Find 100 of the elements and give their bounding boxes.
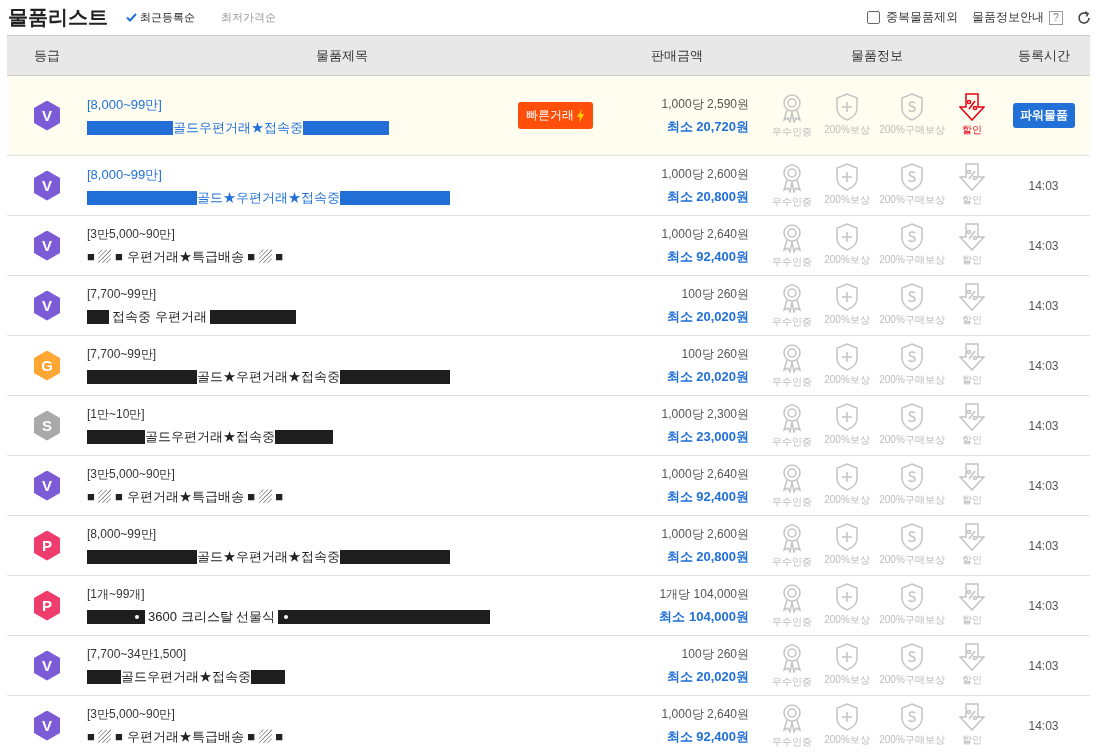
price-range: [7,700~99만] [87, 286, 158, 303]
shield-plus-icon [836, 342, 858, 371]
minimum-price: 최소 20,020원 [666, 307, 749, 326]
listing-title[interactable]: 골드★우편거래★접속중 [197, 548, 340, 566]
listing-row[interactable]: V [8,000~99만] 골드★우편거래★접속중 1,000당 2,600원 최소 20,800원 우수인증 200%보상 200%구매보상 할인 14:03 [7, 156, 1090, 216]
listing-row[interactable]: G [7,700~99만] 골드★우편거래★접속중 100당 260원 최소 20,020원 우수인증 200%보상 200%구매보상 할인 14:03 [7, 336, 1090, 396]
shield-s-icon [901, 582, 923, 611]
listing-row[interactable]: V [3만5,000~90만] ■ ▨ ■ 우편거래★특급배송 ■ ▨ ■ 1,000당 2,640원 최소 92,400원 우수인증 200%보상 200%구매보상 할인 14:03 [7, 456, 1090, 516]
check-icon [126, 13, 137, 22]
rosette-icon [781, 642, 803, 673]
listing-row[interactable]: V [7,700~99만] 접속중 우편거래 100당 260원 최소 20,020원 우수인증 200%보상 200%구매보상 할인 14:03 [7, 276, 1090, 336]
shield-s-icon [901, 162, 923, 191]
listing-title[interactable]: 골드우편거래★접속중 [121, 668, 251, 686]
info-label: 우수인증 [772, 374, 812, 389]
listing-row[interactable]: S [1만~10만] 골드우편거래★접속중 1,000당 2,300원 최소 23,000원 우수인증 200%보상 200%구매보상 할인 14:03 [7, 396, 1090, 456]
rosette-icon [781, 582, 803, 613]
unit-price: 1,000당 2,640원 [661, 465, 749, 483]
minimum-price: 최소 20,800원 [666, 187, 749, 206]
column-header: 물품정보 [850, 46, 904, 65]
info-label: 200%구매보상 [879, 612, 945, 627]
listing-row[interactable]: V [7,700~34만1,500] 골드우편거래★접속중 100당 260원 최소 20,020원 우수인증 200%보상 200%구매보상 할인 14:03 [7, 636, 1090, 696]
registered-time: 14:03 [1027, 238, 1060, 253]
info-label: 우수인증 [772, 494, 812, 509]
info-label: 할인 [962, 192, 982, 207]
rosette-icon [781, 402, 803, 433]
price-range: [1만~10만] [87, 406, 146, 423]
price-range: [8,000~99만] [87, 165, 163, 184]
rosette-icon [781, 462, 803, 493]
unit-price: 100당 260원 [681, 645, 749, 663]
rosette-icon [781, 522, 803, 553]
info-label: 할인 [962, 252, 982, 267]
info-label: 우수인증 [772, 124, 812, 139]
discount-arrow-icon [959, 522, 985, 551]
refresh-icon[interactable] [1077, 10, 1091, 25]
listing-row[interactable]: V [3만5,000~90만] ■ ▨ ■ 우편거래★특급배송 ■ ▨ ■ 1,000당 2,640원 최소 92,400원 우수인증 200%보상 200%구매보상 할인 14:03 [7, 696, 1090, 755]
redaction-bar [87, 310, 109, 324]
info-label: 200%구매보상 [879, 672, 945, 687]
info-label: 200%구매보상 [879, 312, 945, 327]
listing-title[interactable]: 골드★우편거래★접속중 [197, 188, 340, 207]
discount-arrow-icon [959, 222, 985, 251]
sort-option[interactable]: 최근등록순 [126, 10, 195, 25]
listing-row[interactable]: P [8,000~99만] 골드★우편거래★접속중 1,000당 2,600원 최소 20,800원 우수인증 200%보상 200%구매보상 할인 14:03 [7, 516, 1090, 576]
discount-arrow-icon [959, 402, 985, 431]
info-label: 200%보상 [824, 432, 870, 447]
help-icon[interactable]: ? [1049, 10, 1063, 25]
info-label: 200%보상 [824, 372, 870, 387]
unit-price: 1,000당 2,300원 [661, 405, 749, 423]
listing-title[interactable]: 골드우편거래★접속중 [145, 428, 275, 446]
info-label: 우수인증 [772, 194, 812, 209]
shield-plus-icon [836, 162, 858, 191]
price-range: [3만5,000~90만] [87, 226, 176, 243]
checkbox-label[interactable]: 중복물품제외 [886, 9, 958, 26]
discount-arrow-icon [959, 342, 985, 371]
price-range: [7,700~99만] [87, 346, 158, 363]
price-range: [8,000~99만] [87, 526, 158, 543]
rosette-icon [781, 702, 803, 733]
info-label: 200%보상 [824, 192, 870, 207]
page-title: 물품리스트 [8, 5, 108, 30]
redaction-bar [87, 670, 121, 684]
info-label: 200%보상 [824, 312, 870, 327]
listing-row[interactable]: V [8,000~99만] 골드우편거래★접속중 빠른거래 1,000당 2,590원 최소 20,720원 우수인증 200%보상 200%구매보상 할인 파워물품 [7, 76, 1090, 156]
discount-arrow-icon [959, 582, 985, 611]
info-label: 200%구매보상 [879, 432, 945, 447]
column-header: 등록시간 [1016, 46, 1071, 65]
shield-s-icon [901, 222, 923, 251]
registered-time: 14:03 [1027, 478, 1060, 493]
listing-title[interactable]: ■ ▨ ■ 우편거래★특급배송 ■ ▨ ■ [87, 488, 284, 506]
listing-title[interactable]: ■ ▨ ■ 우편거래★특급배송 ■ ▨ ■ [87, 248, 284, 266]
discount-arrow-icon [959, 162, 985, 191]
listing-title[interactable]: 골드★우편거래★접속중 [197, 368, 340, 386]
unit-price: 1개당 104,000원 [659, 585, 749, 603]
discount-arrow-icon [959, 462, 985, 491]
power-item-button[interactable]: 파워물품 [1012, 103, 1075, 128]
grade-badge: V [34, 290, 60, 321]
listing-row[interactable]: V [3만5,000~90만] ■ ▨ ■ 우편거래★특급배송 ■ ▨ ■ 1,000당 2,640원 최소 92,400원 우수인증 200%보상 200%구매보상 할인 14:03 [7, 216, 1090, 276]
info-label: 200%구매보상 [879, 192, 945, 207]
info-label: 200%보상 [824, 252, 870, 267]
unit-price: 1,000당 2,640원 [661, 705, 749, 723]
info-label: 200%보상 [824, 612, 870, 627]
info-label: 할인 [962, 372, 982, 387]
registered-time: 14:03 [1027, 358, 1060, 373]
listing-row[interactable]: P [1개~99개] 3600 크리스탈 선물식 1개당 104,000원 최소 104,000원 우수인증 200%보상 200%구매보상 할인 14:03 [7, 576, 1090, 636]
shield-s-icon [901, 402, 923, 431]
listing-title[interactable]: ■ ▨ ■ 우편거래★특급배송 ■ ▨ ■ [87, 728, 284, 746]
discount-arrow-icon [959, 92, 985, 121]
minimum-price: 최소 92,400원 [666, 247, 749, 266]
grade-badge: S [34, 410, 60, 441]
grade-badge: V [34, 710, 60, 741]
listing-title[interactable]: 접속중 우편거래 [112, 308, 207, 326]
info-guide-link[interactable]: 물품정보안내 [972, 9, 1044, 26]
price-range: [7,700~34만1,500] [87, 646, 188, 663]
listing-title[interactable]: 3600 크리스탈 선물식 [148, 608, 276, 626]
listing-title[interactable]: 골드우편거래★접속중 [173, 118, 303, 137]
unit-price: 100당 260원 [681, 285, 749, 303]
minimum-price: 최소 92,400원 [666, 487, 749, 506]
info-label: 200%보상 [824, 672, 870, 687]
minimum-price: 최소 92,400원 [666, 727, 749, 746]
checkbox[interactable] [867, 11, 880, 24]
price-range: [3만5,000~90만] [87, 466, 176, 483]
shield-plus-icon [836, 282, 858, 311]
